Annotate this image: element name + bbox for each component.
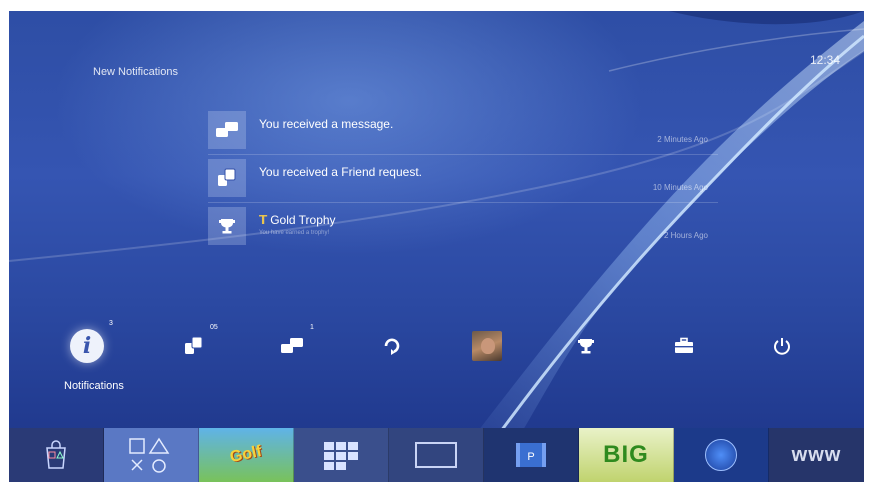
content-launcher-bar: Golf P BIG www xyxy=(9,428,864,482)
party-icon xyxy=(384,338,400,355)
trophies-button[interactable] xyxy=(566,326,606,366)
golf-logo-text: Golf xyxy=(228,442,264,467)
notification-text: You received a Friend request. xyxy=(259,165,422,179)
profile-button[interactable] xyxy=(467,326,507,366)
tv-video-tile[interactable] xyxy=(389,428,484,482)
profile-avatar xyxy=(472,331,502,361)
power-icon xyxy=(774,338,790,355)
notifications-badge: 3 xyxy=(109,320,113,327)
settings-button[interactable] xyxy=(664,326,704,366)
notification-time: 10 Minutes Ago xyxy=(652,183,708,192)
function-bar: i 3 Notifications 05 1 xyxy=(9,308,864,408)
notification-title: Gold Trophy xyxy=(270,213,336,227)
notification-time: 2 Hours Ago xyxy=(663,231,708,240)
selected-function-label: Notifications xyxy=(64,380,124,392)
big-game-tile[interactable]: BIG xyxy=(579,428,674,482)
power-button[interactable] xyxy=(762,326,802,366)
notification-list: You received a message. 2 Minutes Ago Yo… xyxy=(208,107,718,250)
messages-button[interactable]: 1 xyxy=(272,324,314,366)
notification-time: 2 Minutes Ago xyxy=(657,135,708,144)
message-icon xyxy=(208,111,246,149)
gold-trophy-mark-icon: 𝗧 xyxy=(259,213,268,227)
everybodys-golf-tile[interactable]: Golf xyxy=(199,428,294,482)
notification-row[interactable]: 𝗧 Gold Trophy You have earned a trophy! 2… xyxy=(208,203,718,250)
www-logo-text: www xyxy=(791,443,842,466)
playstation-logo-icon xyxy=(705,439,737,471)
messages-icon xyxy=(281,338,303,353)
internet-browser-tile[interactable]: www xyxy=(769,428,864,482)
ps-shapes-icon xyxy=(129,437,170,473)
playstation-plus-tile[interactable] xyxy=(674,428,769,482)
notification-subtitle: You have earned a trophy! xyxy=(259,230,330,236)
notification-row[interactable]: You received a message. 2 Minutes Ago xyxy=(208,107,718,155)
library-grid-icon xyxy=(324,442,358,470)
playstation-store-icon xyxy=(46,440,66,469)
svg-text:P: P xyxy=(527,451,534,463)
playstation-store-tile[interactable] xyxy=(9,428,104,482)
new-notifications-title: New Notifications xyxy=(93,66,178,78)
friends-icon xyxy=(208,159,246,197)
messages-badge: 1 xyxy=(310,324,314,331)
library-tile[interactable] xyxy=(294,428,389,482)
notifications-icon: i xyxy=(70,329,104,363)
clock: 12:34 xyxy=(809,53,840,67)
friends-button[interactable]: 05 xyxy=(174,324,218,366)
notifications-button[interactable]: i 3 xyxy=(67,320,113,366)
trophy-icon xyxy=(578,339,594,354)
video-unlimited-icon: P xyxy=(516,443,546,467)
party-button[interactable] xyxy=(372,326,412,366)
trophy-icon xyxy=(208,207,246,245)
settings-toolbox-icon xyxy=(675,337,693,353)
big-logo-text: BIG xyxy=(603,441,649,468)
friends-icon xyxy=(185,336,203,354)
friends-badge: 05 xyxy=(210,324,218,331)
ps-buttons-tile[interactable] xyxy=(104,428,199,482)
notification-text: 𝗧 Gold Trophy xyxy=(259,213,336,227)
tv-icon xyxy=(415,442,457,468)
notification-row[interactable]: You received a Friend request. 10 Minute… xyxy=(208,155,718,203)
notification-text: You received a message. xyxy=(259,117,394,131)
video-unlimited-tile[interactable]: P xyxy=(484,428,579,482)
ps4-home-screen: New Notifications 12:34 You received a m… xyxy=(9,11,864,482)
